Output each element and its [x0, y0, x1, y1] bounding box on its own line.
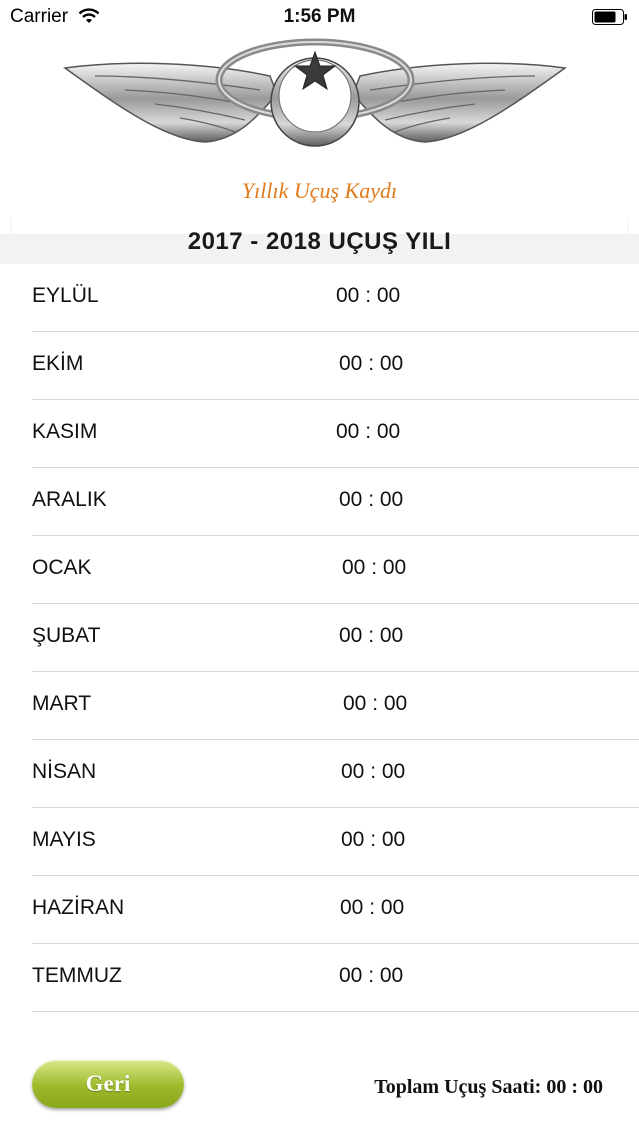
pilot-wings-logo — [63, 38, 567, 147]
month-hours: 00 : 00 — [341, 760, 406, 783]
list-item[interactable]: EKİM 00 : 00 — [0, 332, 639, 400]
list-item[interactable]: OCAK 00 : 00 — [0, 536, 639, 604]
month-hours: 00 : 00 — [340, 896, 405, 919]
month-hours: 00 : 00 — [336, 284, 401, 307]
list-item[interactable]: ŞUBAT 00 : 00 — [0, 604, 639, 672]
list-item[interactable]: KASIM 00 : 00 — [0, 400, 639, 468]
list-item[interactable]: TEMMUZ 00 : 00 — [0, 944, 639, 1012]
page-title: 2017 - 2018 UÇUŞ YILI — [187, 228, 452, 255]
back-button[interactable]: Geri — [32, 1060, 184, 1108]
month-hours: 00 : 00 — [339, 624, 404, 647]
battery-icon — [592, 9, 627, 25]
month-list[interactable]: EYLÜL 00 : 00 EKİM 00 : 00 KASIM 00 : 00 AR… — [0, 264, 639, 1012]
month-label: NİSAN — [32, 760, 97, 783]
list-item[interactable]: MART 00 : 00 — [0, 672, 639, 740]
month-label: TEMMUZ — [32, 964, 122, 987]
month-hours: 00 : 00 — [339, 352, 404, 375]
month-hours: 00 : 00 — [339, 964, 404, 987]
month-label: EYLÜL — [32, 284, 99, 307]
month-hours: 00 : 00 — [342, 556, 407, 579]
list-item[interactable]: HAZİRAN 00 : 00 — [0, 876, 639, 944]
list-item[interactable]: NİSAN 00 : 00 — [0, 740, 639, 808]
month-hours: 00 : 00 — [336, 420, 401, 443]
app-subtitle: Yıllık Uçuş Kaydı — [241, 178, 398, 203]
list-item[interactable]: EYLÜL 00 : 00 — [0, 264, 639, 332]
month-hours: 00 : 00 — [343, 692, 408, 715]
month-label: HAZİRAN — [32, 896, 125, 919]
month-hours: 00 : 00 — [339, 488, 404, 511]
month-label: ARALIK — [32, 488, 107, 511]
row-divider — [32, 1011, 639, 1012]
list-item[interactable]: ARALIK 00 : 00 — [0, 468, 639, 536]
month-label: OCAK — [32, 556, 92, 579]
list-item[interactable]: MAYIS 00 : 00 — [0, 808, 639, 876]
month-label: EKİM — [32, 352, 84, 375]
month-label: MART — [32, 692, 92, 715]
total-value: 00 : 00 — [546, 1076, 603, 1098]
month-hours: 00 : 00 — [341, 828, 406, 851]
total-label: Toplam Uçuş Saati: — [374, 1076, 542, 1098]
total-flight-hours: Toplam Uçuş Saati: 00 : 00 — [374, 1076, 603, 1099]
month-label: KASIM — [32, 420, 98, 443]
month-label: MAYIS — [32, 828, 96, 851]
month-label: ŞUBAT — [32, 624, 101, 647]
